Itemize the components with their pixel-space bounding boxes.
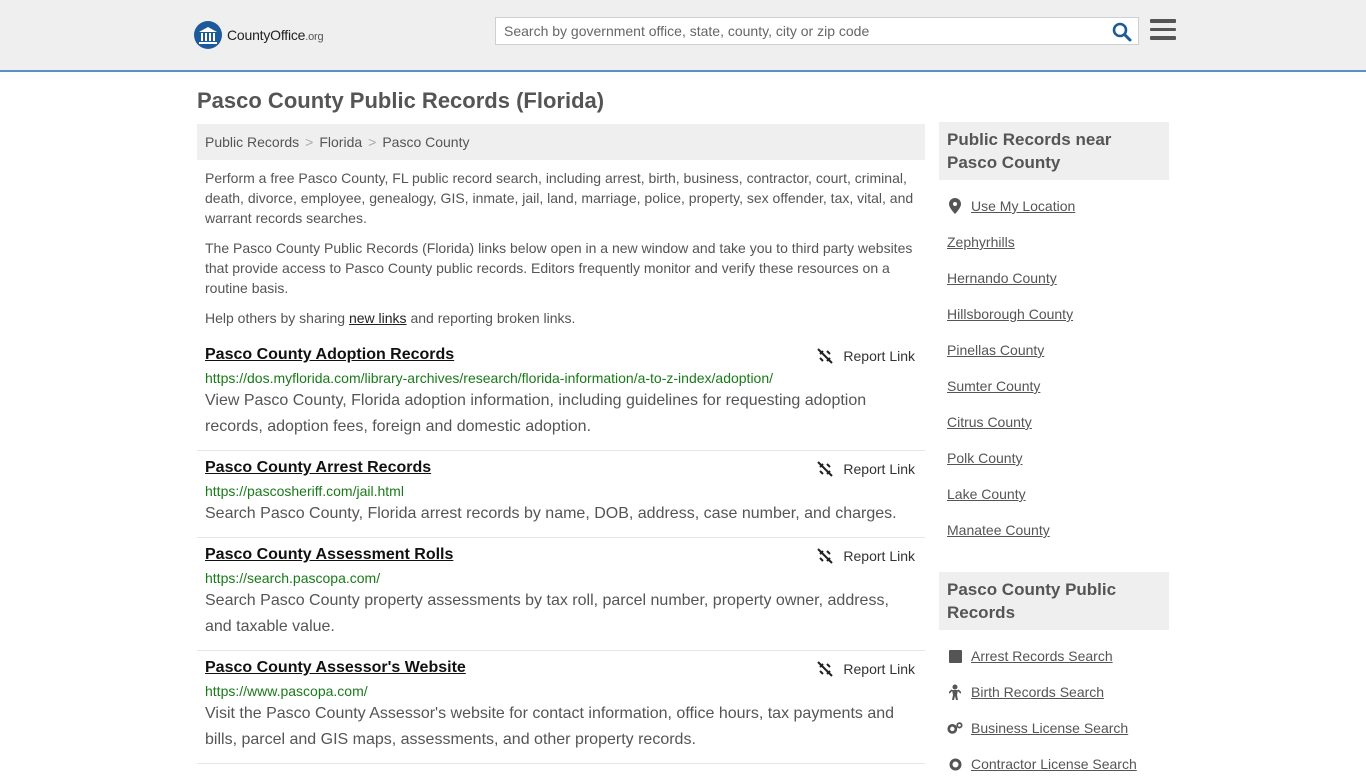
breadcrumb-separator: > <box>368 134 377 150</box>
record-title-link[interactable]: Pasco County Assessor's Website <box>205 659 466 677</box>
report-link-label: Report Link <box>843 548 915 564</box>
nearby-link-polk-county[interactable]: Polk County <box>947 450 1022 466</box>
report-link-button[interactable]: Report Link <box>817 348 915 364</box>
birth-records-search-link[interactable]: Birth Records Search <box>971 684 1104 700</box>
record-url-link[interactable]: https://pascosheriff.com/jail.html <box>205 483 917 499</box>
gear-icon <box>947 757 963 772</box>
breadcrumb-florida[interactable]: Florida <box>319 134 362 150</box>
intro-text: Perform a free Pasco County, FL public r… <box>197 160 925 328</box>
nearby-item[interactable]: Polk County <box>939 440 1169 476</box>
map-marker-icon <box>947 198 963 214</box>
search-icon[interactable] <box>1112 22 1132 42</box>
record-title-link[interactable]: Pasco County Assessment Rolls <box>205 546 453 564</box>
county-records-list: Arrest Records Search Birth Records Sear… <box>939 638 1169 782</box>
use-my-location-item[interactable]: Use My Location <box>939 188 1169 224</box>
intro-paragraph: The Pasco County Public Records (Florida… <box>205 240 913 296</box>
nearby-item[interactable]: Hillsborough County <box>939 296 1169 332</box>
logo-text: CountyOffice.org <box>227 27 324 43</box>
broken-link-icon <box>817 348 834 364</box>
sidebar-nearby: Public Records near Pasco County Use My … <box>939 122 1169 548</box>
record-description: Visit the Pasco County Assessor's websit… <box>205 705 895 748</box>
county-record-item[interactable]: Business License Search <box>939 710 1169 746</box>
square-icon <box>947 649 963 663</box>
nearby-link-pinellas-county[interactable]: Pinellas County <box>947 342 1044 358</box>
record-item: Pasco County Arrest Records Report Link … <box>197 451 925 538</box>
intro-paragraph: Perform a free Pasco County, FL public r… <box>205 170 914 226</box>
county-record-item[interactable]: Birth Records Search <box>939 674 1169 710</box>
logo-badge-icon <box>194 21 222 49</box>
arrest-records-search-link[interactable]: Arrest Records Search <box>971 648 1113 664</box>
nearby-link-hernando-county[interactable]: Hernando County <box>947 270 1057 286</box>
nearby-list: Use My Location Zephyrhills Hernando Cou… <box>939 188 1169 548</box>
record-url-link[interactable]: https://www.pascopa.com/ <box>205 683 917 699</box>
nearby-item[interactable]: Citrus County <box>939 404 1169 440</box>
nearby-link-hillsborough-county[interactable]: Hillsborough County <box>947 306 1073 322</box>
use-my-location-link[interactable]: Use My Location <box>971 198 1075 214</box>
report-link-button[interactable]: Report Link <box>817 461 915 477</box>
county-record-item[interactable]: Contractor License Search <box>939 746 1169 782</box>
nearby-link-manatee-county[interactable]: Manatee County <box>947 522 1050 538</box>
logo-text-main: CountyOffice <box>227 27 306 43</box>
nearby-item[interactable]: Pinellas County <box>939 332 1169 368</box>
record-description: View Pasco County, Florida adoption info… <box>205 392 867 435</box>
sidebar-heading-county-records: Pasco County Public Records <box>939 572 1169 630</box>
top-header: CountyOffice.org <box>0 0 1366 72</box>
report-link-button[interactable]: Report Link <box>817 661 915 677</box>
records-list: Pasco County Adoption Records Report Lin… <box>197 338 925 764</box>
nearby-item[interactable]: Hernando County <box>939 260 1169 296</box>
contractor-license-search-link[interactable]: Contractor License Search <box>971 756 1137 772</box>
record-description: Search Pasco County, Florida arrest reco… <box>205 505 897 522</box>
record-title-link[interactable]: Pasco County Arrest Records <box>205 459 431 477</box>
breadcrumb-public-records[interactable]: Public Records <box>205 134 299 150</box>
nearby-item[interactable]: Sumter County <box>939 368 1169 404</box>
record-url-link[interactable]: https://dos.myflorida.com/library-archiv… <box>205 370 917 386</box>
report-link-button[interactable]: Report Link <box>817 548 915 564</box>
hamburger-menu-icon[interactable] <box>1150 19 1176 43</box>
report-link-label: Report Link <box>843 348 915 364</box>
page-title: Pasco County Public Records (Florida) <box>197 88 605 113</box>
breadcrumb-separator: > <box>305 134 314 150</box>
record-url-link[interactable]: https://search.pascopa.com/ <box>205 570 917 586</box>
record-description: Search Pasco County property assessments… <box>205 592 889 635</box>
nearby-link-sumter-county[interactable]: Sumter County <box>947 378 1040 394</box>
nearby-item[interactable]: Manatee County <box>939 512 1169 548</box>
site-logo[interactable]: CountyOffice.org <box>194 20 324 50</box>
nearby-item[interactable]: Lake County <box>939 476 1169 512</box>
share-text-after: and reporting broken links. <box>406 310 576 326</box>
breadcrumb: Public Records > Florida > Pasco County <box>197 124 925 160</box>
report-link-label: Report Link <box>843 661 915 677</box>
nearby-link-lake-county[interactable]: Lake County <box>947 486 1026 502</box>
record-item: Pasco County Assessor's Website Report L… <box>197 651 925 764</box>
new-links-link[interactable]: new links <box>349 310 407 326</box>
breadcrumb-pasco-county[interactable]: Pasco County <box>382 134 469 150</box>
business-license-search-link[interactable]: Business License Search <box>971 720 1128 736</box>
county-record-item[interactable]: Arrest Records Search <box>939 638 1169 674</box>
nearby-link-zephyrhills[interactable]: Zephyrhills <box>947 234 1015 250</box>
share-text-before: Help others by sharing <box>205 310 349 326</box>
broken-link-icon <box>817 548 834 564</box>
share-links-note: Help others by sharing new links and rep… <box>205 308 917 328</box>
nearby-link-citrus-county[interactable]: Citrus County <box>947 414 1032 430</box>
search-box <box>495 17 1139 45</box>
record-title-link[interactable]: Pasco County Adoption Records <box>205 346 454 364</box>
record-item: Pasco County Adoption Records Report Lin… <box>197 338 925 451</box>
nearby-item[interactable]: Zephyrhills <box>939 224 1169 260</box>
broken-link-icon <box>817 661 834 677</box>
baby-icon <box>947 684 963 700</box>
record-item: Pasco County Assessment Rolls Report Lin… <box>197 538 925 651</box>
logo-text-suffix: .org <box>305 31 324 43</box>
sidebar-heading-nearby: Public Records near Pasco County <box>939 122 1169 180</box>
gears-icon <box>947 721 963 735</box>
main-content: Public Records > Florida > Pasco County Perf… <box>197 124 925 764</box>
search-input[interactable] <box>496 18 1104 44</box>
sidebar-county-records: Pasco County Public Records Arrest Recor… <box>939 572 1169 782</box>
broken-link-icon <box>817 461 834 477</box>
report-link-label: Report Link <box>843 461 915 477</box>
